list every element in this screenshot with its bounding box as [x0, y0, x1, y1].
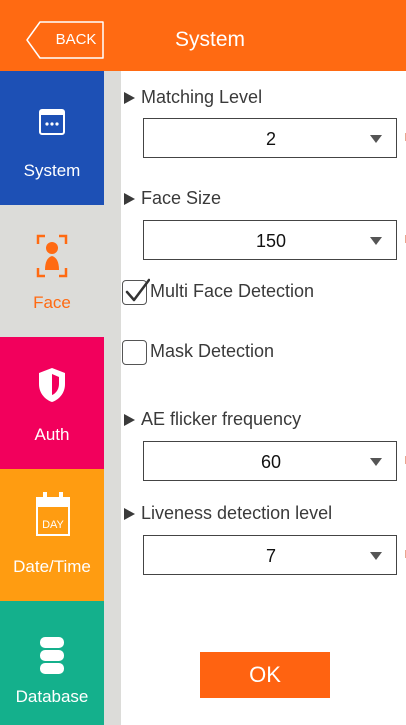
matching-level-label: Matching Level [121, 87, 262, 108]
ok-button[interactable]: OK [200, 652, 330, 698]
select-value: 150 [255, 231, 287, 251]
multi-face-detection-label: Multi Face Detection [150, 281, 315, 301]
dropdown-arrow-icon [370, 552, 382, 560]
database-icon [40, 637, 64, 674]
triangle-bullet-icon [124, 413, 135, 426]
sidebar-item-label: Date/Time [13, 557, 91, 576]
multi-face-detection-checkbox[interactable] [122, 278, 150, 305]
triangle-bullet-icon [124, 91, 135, 104]
sidebar-item-label: System [23, 161, 81, 180]
shield-icon [39, 368, 65, 402]
window-icon [39, 109, 65, 135]
sidebar-item-system[interactable]: System [0, 71, 104, 205]
face-size-label: Face Size [121, 188, 221, 209]
mask-detection-label: Mask Detection [150, 341, 275, 361]
sidebar-item-face[interactable]: Face [0, 205, 104, 337]
liveness-detection-level-select[interactable]: 7 [143, 535, 397, 575]
mask-detection-checkbox[interactable] [122, 340, 147, 365]
select-value: 60 [260, 452, 282, 472]
select-value: 2 [265, 129, 276, 149]
settings-panel: Matching Level 2 Face Size 150 Multi Fac… [121, 71, 406, 725]
back-button[interactable]: BACK [26, 21, 105, 59]
sidebar-item-date-time[interactable]: DAY Date/Time [0, 469, 104, 601]
page-title: System [174, 28, 245, 51]
triangle-bullet-icon [124, 507, 135, 520]
sidebar: System Face Auth DAY Date/Time Database [0, 71, 121, 725]
back-label: BACK [55, 31, 97, 48]
face-size-select[interactable]: 150 [143, 220, 397, 260]
dropdown-arrow-icon [370, 458, 382, 466]
dropdown-arrow-icon [370, 237, 382, 245]
face-scan-icon [36, 234, 68, 278]
checkmark-icon [125, 278, 150, 302]
sidebar-item-label: Face [33, 293, 71, 312]
dropdown-arrow-icon [370, 135, 382, 143]
sidebar-item-database[interactable]: Database [0, 601, 104, 725]
sidebar-item-label: Auth [34, 425, 70, 444]
matching-level-select[interactable]: 2 [143, 118, 397, 158]
sidebar-item-label: Database [15, 687, 89, 706]
sidebar-divider [104, 71, 121, 725]
calendar-day-text: DAY [42, 519, 64, 531]
sidebar-item-auth[interactable]: Auth [0, 337, 104, 469]
select-value: 7 [265, 546, 276, 566]
ae-flicker-frequency-label: AE flicker frequency [121, 409, 301, 430]
header-bar: BACK System [0, 0, 406, 71]
triangle-bullet-icon [124, 192, 135, 205]
ae-flicker-frequency-select[interactable]: 60 [143, 441, 397, 481]
calendar-icon: DAY [36, 492, 70, 536]
liveness-detection-level-label: Liveness detection level [121, 503, 332, 524]
